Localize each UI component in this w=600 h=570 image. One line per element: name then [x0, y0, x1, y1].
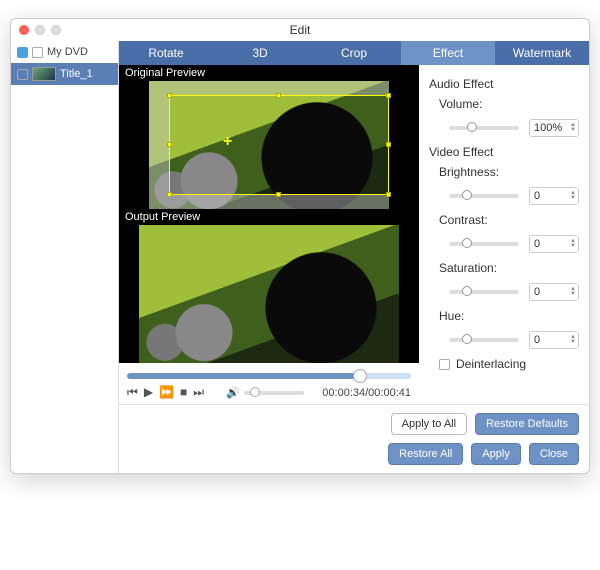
prev-button[interactable]: ⏮	[127, 385, 138, 400]
sidebar-root-label: My DVD	[47, 46, 88, 58]
contrast-label: Contrast:	[429, 213, 499, 227]
restore-defaults-button[interactable]: Restore Defaults	[475, 413, 579, 435]
crop-handle[interactable]	[276, 192, 281, 197]
tab-watermark[interactable]: Watermark	[495, 41, 589, 65]
tab-3d[interactable]: 3D	[213, 41, 307, 65]
volume-effect-slider[interactable]	[449, 126, 519, 130]
seek-knob[interactable]	[353, 369, 367, 383]
window-title: Edit	[11, 23, 589, 37]
sidebar-item-label: Title_1	[60, 68, 93, 80]
brightness-slider[interactable]	[449, 194, 519, 198]
brightness-label: Brightness:	[429, 165, 499, 179]
edit-window: Edit My DVD Title_1 Rotate 3D Crop Effec…	[10, 18, 590, 474]
crop-shade	[149, 95, 169, 195]
checkbox-icon[interactable]	[17, 47, 28, 58]
brightness-stepper[interactable]: 0▲▼	[529, 187, 579, 205]
hue-label: Hue:	[429, 309, 499, 323]
output-preview-label: Output Preview	[119, 209, 419, 225]
play-button[interactable]: ▶	[144, 385, 153, 400]
original-preview[interactable]: +	[119, 81, 419, 209]
deinterlacing-label: Deinterlacing	[456, 357, 526, 371]
sidebar: My DVD Title_1	[11, 41, 119, 473]
effect-panel: Audio Effect Volume: 100%▲▼ Video Effect…	[419, 65, 589, 404]
tab-rotate[interactable]: Rotate	[119, 41, 213, 65]
stop-button[interactable]: ■	[180, 385, 187, 400]
contrast-slider[interactable]	[449, 242, 519, 246]
close-button[interactable]: Close	[529, 443, 579, 465]
crop-handle[interactable]	[167, 142, 172, 147]
output-preview	[119, 225, 419, 363]
ff-button[interactable]: ⏩	[159, 385, 174, 400]
audio-effect-heading: Audio Effect	[429, 77, 579, 91]
tab-crop[interactable]: Crop	[307, 41, 401, 65]
crop-handle[interactable]	[276, 93, 281, 98]
next-button[interactable]: ⏭	[193, 385, 204, 400]
hue-slider[interactable]	[449, 338, 519, 342]
sidebar-item-title1[interactable]: Title_1	[11, 63, 118, 85]
deinterlacing-checkbox[interactable]	[439, 359, 450, 370]
volume-slider[interactable]	[244, 391, 304, 395]
sidebar-root[interactable]: My DVD	[11, 41, 118, 63]
crosshair-icon[interactable]: +	[223, 133, 232, 151]
saturation-stepper[interactable]: 0▲▼	[529, 283, 579, 301]
titlebar: Edit	[11, 19, 589, 41]
video-effect-heading: Video Effect	[429, 145, 579, 159]
checkbox-icon[interactable]	[32, 47, 43, 58]
saturation-slider[interactable]	[449, 290, 519, 294]
crop-handle[interactable]	[386, 192, 391, 197]
volume-icon[interactable]: 🔊	[226, 386, 240, 399]
volume-label: Volume:	[429, 97, 499, 111]
playback-controls: ⏮ ▶ ⏩ ■ ⏭ 🔊 00:00:34/00:00:41	[119, 363, 419, 404]
original-preview-label: Original Preview	[119, 65, 419, 81]
thumbnail-icon	[32, 67, 56, 81]
apply-button[interactable]: Apply	[471, 443, 521, 465]
seek-slider[interactable]	[127, 373, 411, 379]
tab-effect[interactable]: Effect	[401, 41, 495, 65]
crop-shade	[149, 81, 389, 95]
restore-all-button[interactable]: Restore All	[388, 443, 463, 465]
crop-handle[interactable]	[167, 192, 172, 197]
playback-time: 00:00:34/00:00:41	[322, 387, 411, 399]
crop-rectangle[interactable]	[169, 95, 389, 195]
crop-shade	[149, 195, 389, 209]
crop-handle[interactable]	[386, 142, 391, 147]
crop-handle[interactable]	[167, 93, 172, 98]
preview-column: Original Preview	[119, 65, 419, 404]
crop-handle[interactable]	[386, 93, 391, 98]
tabs: Rotate 3D Crop Effect Watermark	[119, 41, 589, 65]
checkbox-icon[interactable]	[17, 69, 28, 80]
volume-value-stepper[interactable]: 100%▲▼	[529, 119, 579, 137]
saturation-label: Saturation:	[429, 261, 499, 275]
contrast-stepper[interactable]: 0▲▼	[529, 235, 579, 253]
hue-stepper[interactable]: 0▲▼	[529, 331, 579, 349]
apply-to-all-button[interactable]: Apply to All	[391, 413, 467, 435]
footer: Apply to All Restore Defaults	[119, 404, 589, 443]
